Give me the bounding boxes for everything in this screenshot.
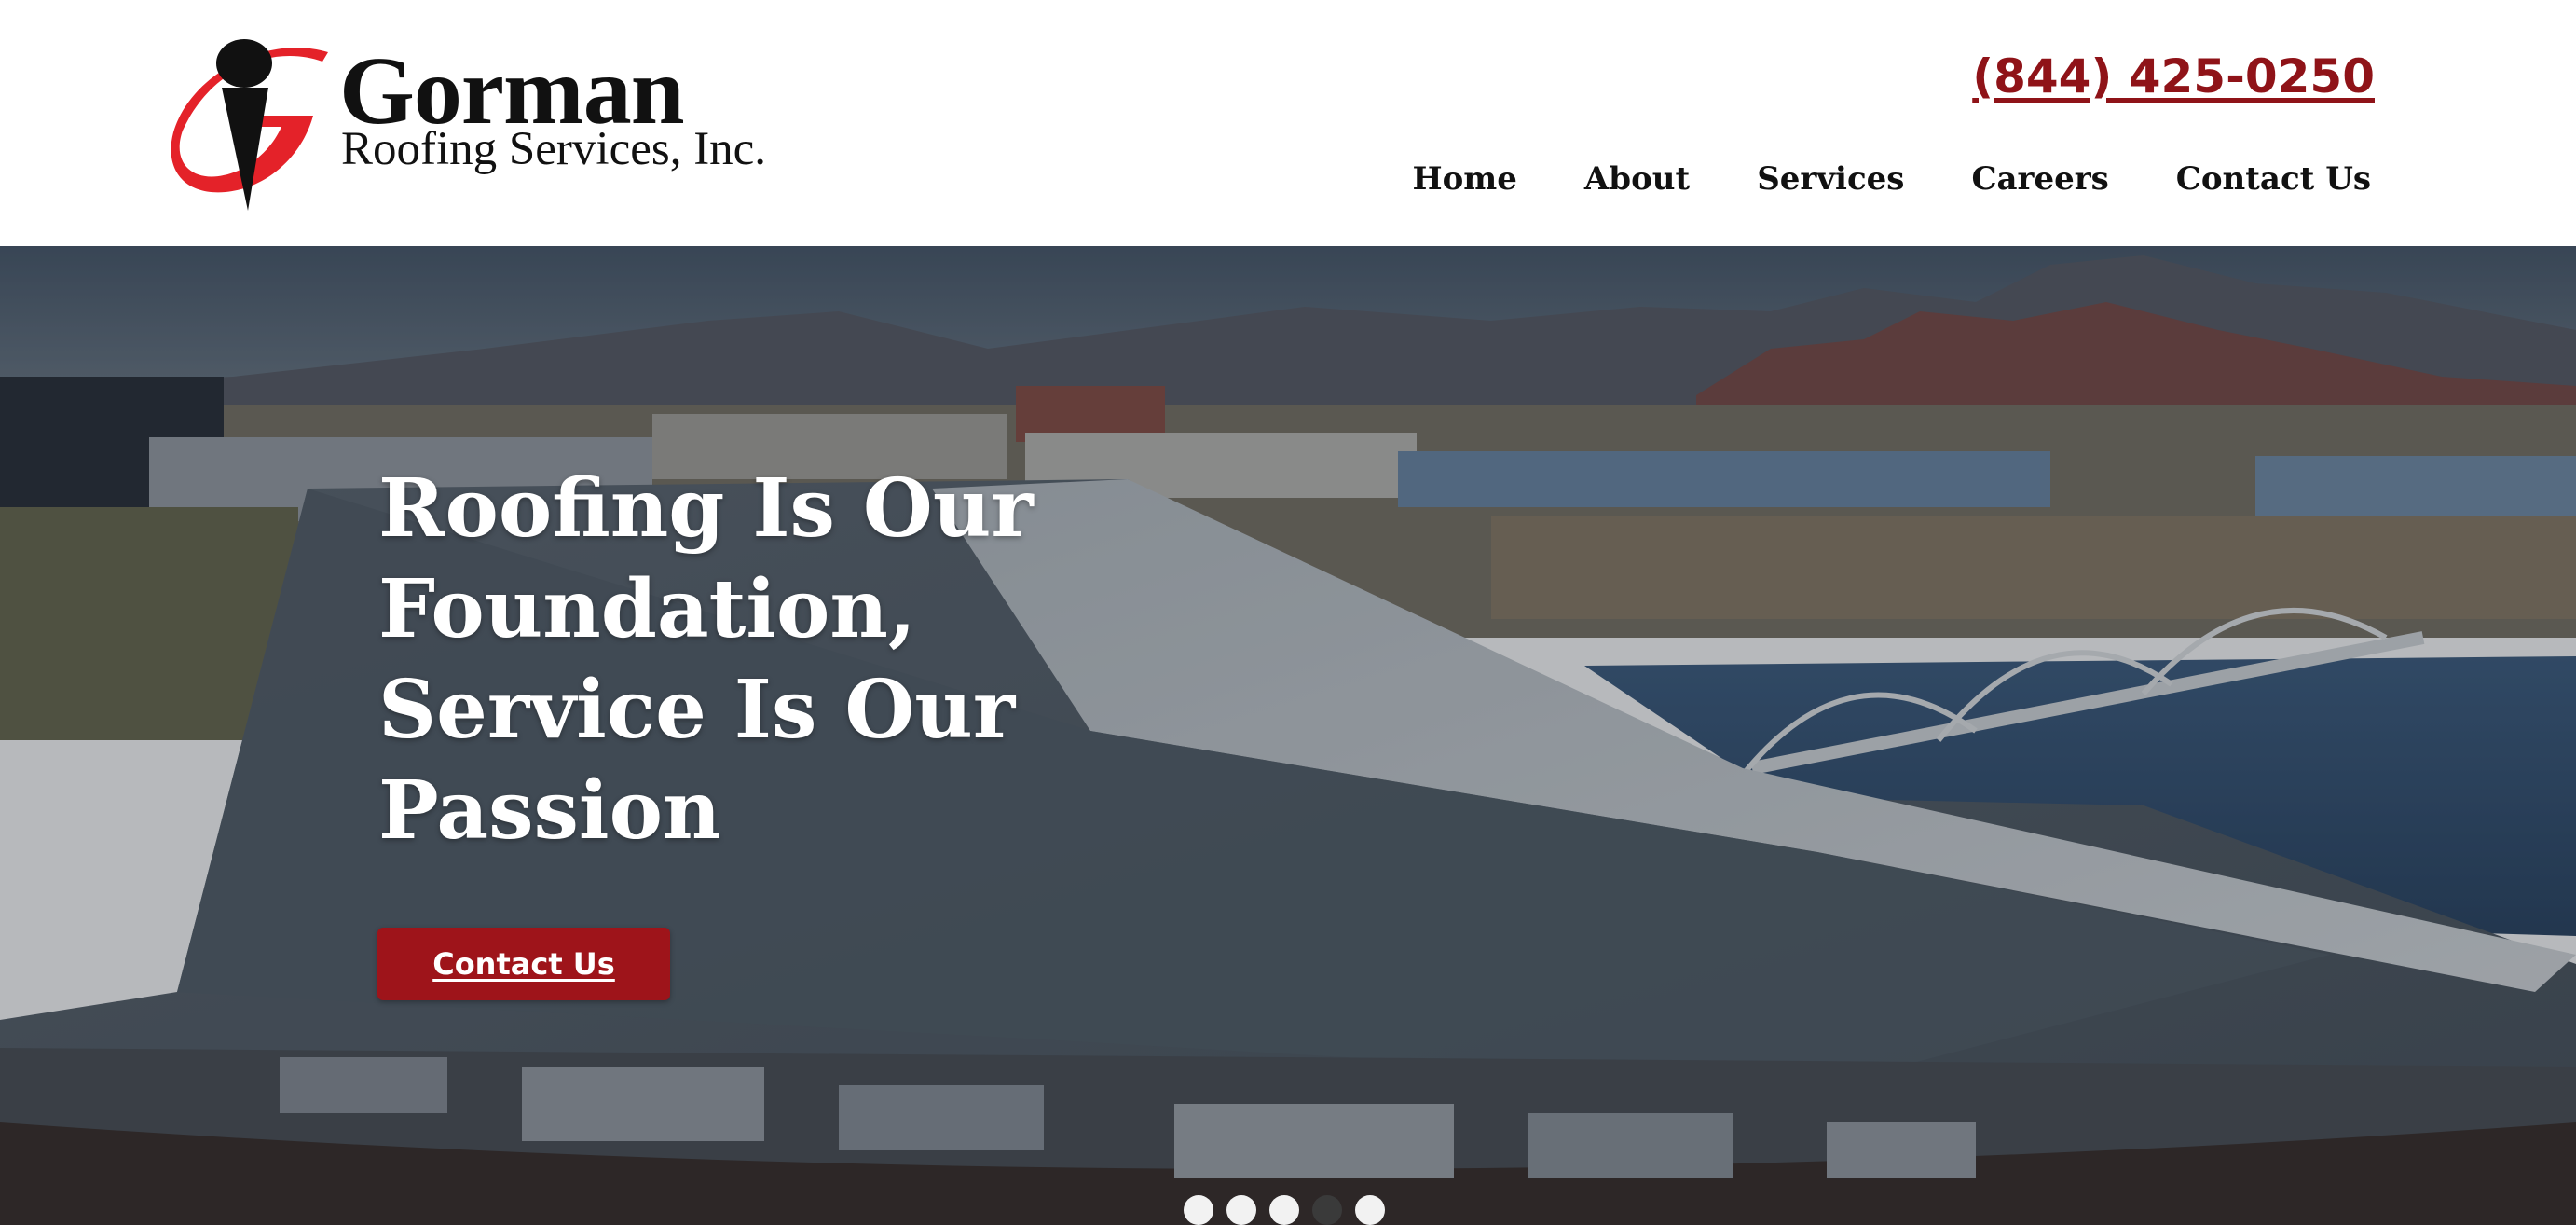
nav-contact-us[interactable]: Contact Us: [2176, 153, 2371, 205]
site-header: Gorman Roofing Services, Inc. (844) 425-…: [0, 0, 2576, 246]
slider-dot[interactable]: [1269, 1195, 1299, 1225]
phone-link[interactable]: (844) 425-0250: [1972, 47, 2375, 106]
logo-subtitle: Roofing Services, Inc.: [341, 123, 767, 175]
logo-mark-icon: [171, 39, 328, 211]
slider-dot[interactable]: [1226, 1195, 1256, 1225]
slider-pagination: [1184, 1195, 1385, 1225]
main-nav: Home About Services Careers Contact Us: [1413, 153, 2372, 205]
slider-dot[interactable]: [1184, 1195, 1213, 1225]
nav-careers[interactable]: Careers: [1971, 153, 2108, 205]
company-logo[interactable]: Gorman Roofing Services, Inc.: [164, 28, 816, 214]
hero-contact-button[interactable]: Contact Us: [377, 928, 670, 1000]
nav-about[interactable]: About: [1584, 153, 1690, 205]
slider-dot-active[interactable]: [1312, 1195, 1342, 1225]
nav-services[interactable]: Services: [1757, 153, 1904, 205]
slider-dot[interactable]: [1355, 1195, 1385, 1225]
nav-home[interactable]: Home: [1413, 153, 1517, 205]
hero-slider: Roofing Is Our Foundation, Service Is Ou…: [0, 246, 2576, 1225]
hero-heading: Roofing Is Our Foundation, Service Is Ou…: [378, 461, 1034, 858]
